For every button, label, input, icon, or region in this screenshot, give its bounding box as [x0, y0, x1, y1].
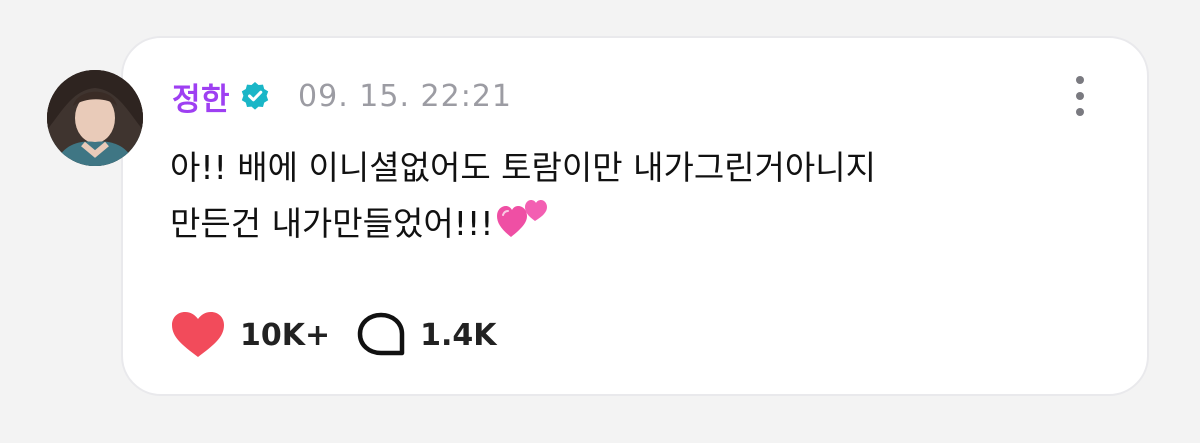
- comment-bubble-icon: [357, 312, 405, 356]
- post-header: 정한 09. 15. 22:21: [172, 74, 512, 118]
- more-dot: [1076, 76, 1084, 84]
- avatar[interactable]: [47, 70, 143, 166]
- author-name[interactable]: 정한: [172, 74, 230, 119]
- post-timestamp: 09. 15. 22:21: [298, 78, 512, 114]
- like-button[interactable]: 10K+: [170, 311, 330, 359]
- two-hearts-icon: [497, 200, 548, 237]
- post-text-line-2: 만든건 내가만들었어!!!: [170, 195, 1050, 251]
- comment-count: 1.4K: [420, 317, 497, 353]
- post-text-line-2-content: 만든건 내가만들었어!!!: [170, 204, 494, 243]
- more-dot: [1076, 108, 1084, 116]
- post-actions: 10K+ 1.4K: [170, 308, 497, 362]
- heart-icon: [172, 312, 224, 357]
- verified-badge-icon: [241, 82, 269, 110]
- comment-button[interactable]: 1.4K: [356, 311, 497, 359]
- like-count: 10K+: [240, 317, 331, 353]
- more-vertical-icon[interactable]: [1068, 76, 1092, 116]
- post-text-line-1: 아!! 배에 이니셜없어도 토람이만 내가그린거아니지: [170, 148, 876, 187]
- post-text: 아!! 배에 이니셜없어도 토람이만 내가그린거아니지 만든건 내가만들었어!!…: [170, 140, 1050, 251]
- more-dot: [1076, 92, 1084, 100]
